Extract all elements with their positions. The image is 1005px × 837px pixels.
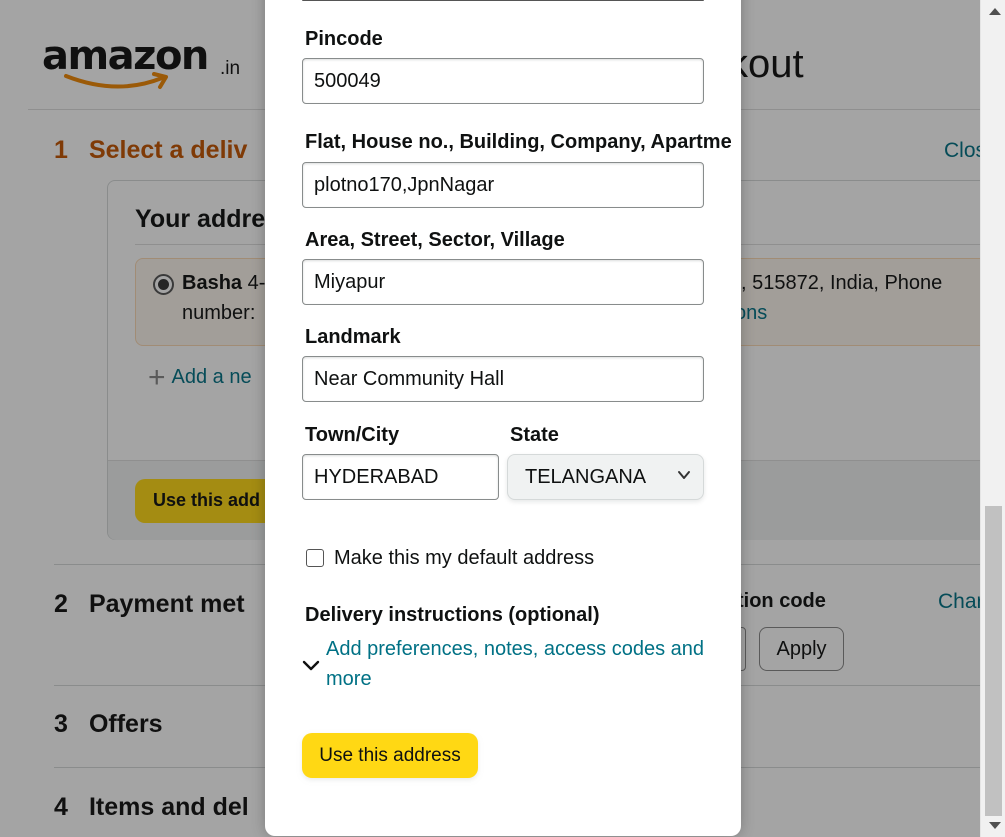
area-street-input[interactable] xyxy=(302,259,704,305)
pincode-label: Pincode xyxy=(305,28,383,50)
delivery-instructions-label: Delivery instructions (optional) xyxy=(305,604,600,626)
scroll-up-arrow-icon[interactable] xyxy=(989,8,1001,15)
area-street-label: Area, Street, Sector, Village xyxy=(305,229,565,251)
state-selected-value: TELANGANA xyxy=(525,466,647,488)
landmark-input[interactable] xyxy=(302,356,704,402)
chevron-down-icon xyxy=(678,471,690,479)
town-city-input[interactable] xyxy=(302,454,499,500)
pincode-input[interactable] xyxy=(302,58,704,104)
chevron-down-icon[interactable] xyxy=(302,658,320,674)
flat-house-input[interactable] xyxy=(302,162,704,208)
scroll-down-arrow-icon[interactable] xyxy=(989,822,1001,829)
add-address-modal: Pincode Flat, House no., Building, Compa… xyxy=(265,0,741,836)
landmark-label: Landmark xyxy=(305,326,401,348)
default-address-label[interactable]: Make this my default address xyxy=(334,547,594,570)
delivery-preferences-link[interactable]: Add preferences, notes, access codes and… xyxy=(326,634,706,694)
state-select[interactable]: TELANGANA xyxy=(507,454,704,500)
scrollbar-thumb[interactable] xyxy=(985,506,1002,816)
state-label: State xyxy=(510,424,559,446)
town-city-label: Town/City xyxy=(305,424,400,446)
use-this-address-button[interactable]: Use this address xyxy=(302,733,478,778)
flat-house-label: Flat, House no., Building, Company, Apar… xyxy=(305,131,732,153)
vertical-scrollbar[interactable] xyxy=(980,0,1005,837)
default-address-checkbox[interactable] xyxy=(306,549,324,567)
previous-input-edge xyxy=(302,0,704,1)
